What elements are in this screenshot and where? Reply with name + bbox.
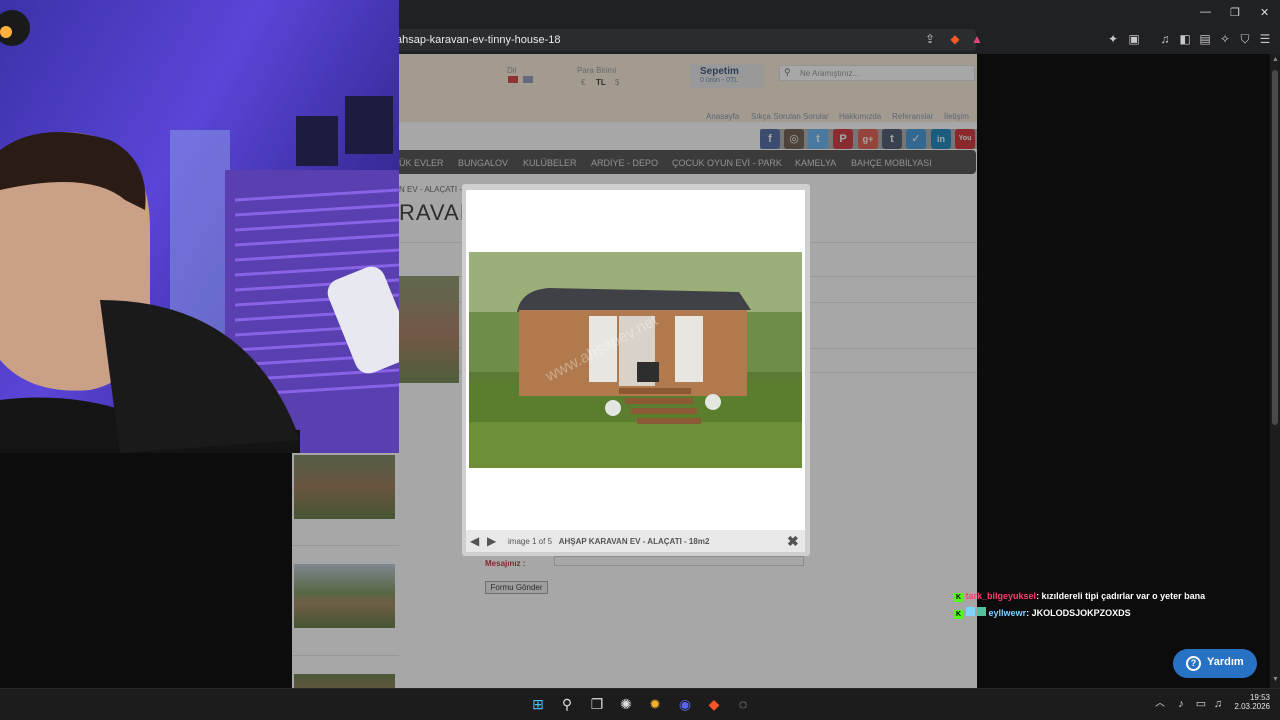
image-title: AHŞAP KARAVAN EV - ALAÇATI - 18m2 xyxy=(558,537,710,546)
kick-badge-icon: K xyxy=(954,610,963,619)
scrollbar-thumb[interactable] xyxy=(1272,70,1278,425)
chat-username[interactable]: tark_bilgeyuksel xyxy=(966,591,1037,601)
brave-rewards-icon[interactable]: ▲ xyxy=(970,32,984,46)
brave-icon[interactable]: ◆ xyxy=(704,694,724,714)
clock-time: 19:53 xyxy=(1249,693,1270,702)
start-icon[interactable]: ⊞ xyxy=(528,694,548,714)
windows-taskbar xyxy=(0,688,1280,720)
discord-icon[interactable]: ◉ xyxy=(675,694,695,714)
chat-message: K tark_bilgeyuksel: kızıldereli tipi çad… xyxy=(954,591,1205,602)
lightbox-close-icon[interactable]: ✖ xyxy=(787,533,799,550)
sidebar-icon[interactable]: ◧ xyxy=(1178,32,1192,46)
chat-text: : kızıldereli tipi çadırlar var o yeter … xyxy=(1036,591,1206,601)
microphone-icon[interactable]: ♪ xyxy=(1171,694,1191,714)
url-text[interactable]: ahsap-karavan-ev-tinny-house-18 xyxy=(396,34,560,46)
minimize-icon[interactable]: — xyxy=(1200,6,1211,18)
chat-text: : JKOLODSJOKPZOXDS xyxy=(1026,608,1131,618)
show-hidden-icons[interactable]: ︿ xyxy=(1150,694,1170,714)
leo-ai-icon[interactable]: ✧ xyxy=(1218,32,1232,46)
close-window-icon[interactable]: ✕ xyxy=(1260,6,1269,19)
help-button[interactable]: ? Yardım xyxy=(1173,649,1257,678)
volume-icon[interactable]: ♫ xyxy=(1208,694,1228,714)
share-icon[interactable]: ⇪ xyxy=(923,32,937,46)
music-icon[interactable]: ♫ xyxy=(1158,32,1172,46)
scroll-up-icon[interactable]: ▲ xyxy=(1272,56,1279,63)
search-taskbar-icon[interactable]: ⚲ xyxy=(557,694,577,714)
app-icon-2[interactable]: ◌ xyxy=(733,694,753,714)
clock-date: 2.03.2026 xyxy=(1234,702,1270,711)
lightbox-caption: image 1 of 5 AHŞAP KARAVAN EV - ALAÇATI … xyxy=(508,537,709,546)
lightbox-image[interactable] xyxy=(469,252,802,468)
kick-badge-icon: K xyxy=(954,593,963,602)
previous-arrow-icon[interactable]: ◀ xyxy=(470,534,479,548)
system-clock[interactable]: 19:53 2.03.2026 xyxy=(1230,693,1270,711)
chat-username[interactable]: eyllwewr xyxy=(989,608,1027,618)
extensions-icon[interactable]: ✦ xyxy=(1106,32,1120,46)
gifter-badge-icon xyxy=(977,607,987,616)
brave-shield-icon[interactable]: ◆ xyxy=(948,32,962,46)
app-icon[interactable]: ✹ xyxy=(645,694,665,714)
wallet-icon[interactable]: ▤ xyxy=(1198,32,1212,46)
chat-message: K eyllwewr: JKOLODSJOKPZOXDS xyxy=(954,607,1131,619)
image-counter: image 1 of 5 xyxy=(508,537,553,546)
help-label: Yardım xyxy=(1207,656,1244,668)
next-arrow-icon[interactable]: ▶ xyxy=(487,534,496,548)
vpn-icon[interactable]: ⛉ xyxy=(1238,32,1252,46)
scroll-down-icon[interactable]: ▼ xyxy=(1272,676,1279,683)
restore-icon[interactable]: ❐ xyxy=(1230,6,1240,19)
task-view-icon[interactable]: ❐ xyxy=(587,694,607,714)
thumbnail-strip xyxy=(292,453,399,688)
lightbox-overlay-left[interactable] xyxy=(292,453,399,688)
screenshot-icon[interactable]: ▣ xyxy=(1127,32,1141,46)
chatgpt-icon[interactable]: ✺ xyxy=(616,694,636,714)
social-overlay-dim xyxy=(760,129,977,149)
question-icon: ? xyxy=(1186,656,1201,671)
subscriber-badge-icon xyxy=(965,607,975,616)
webcam-feed xyxy=(0,0,399,453)
menu-icon[interactable]: ☰ xyxy=(1258,32,1272,46)
